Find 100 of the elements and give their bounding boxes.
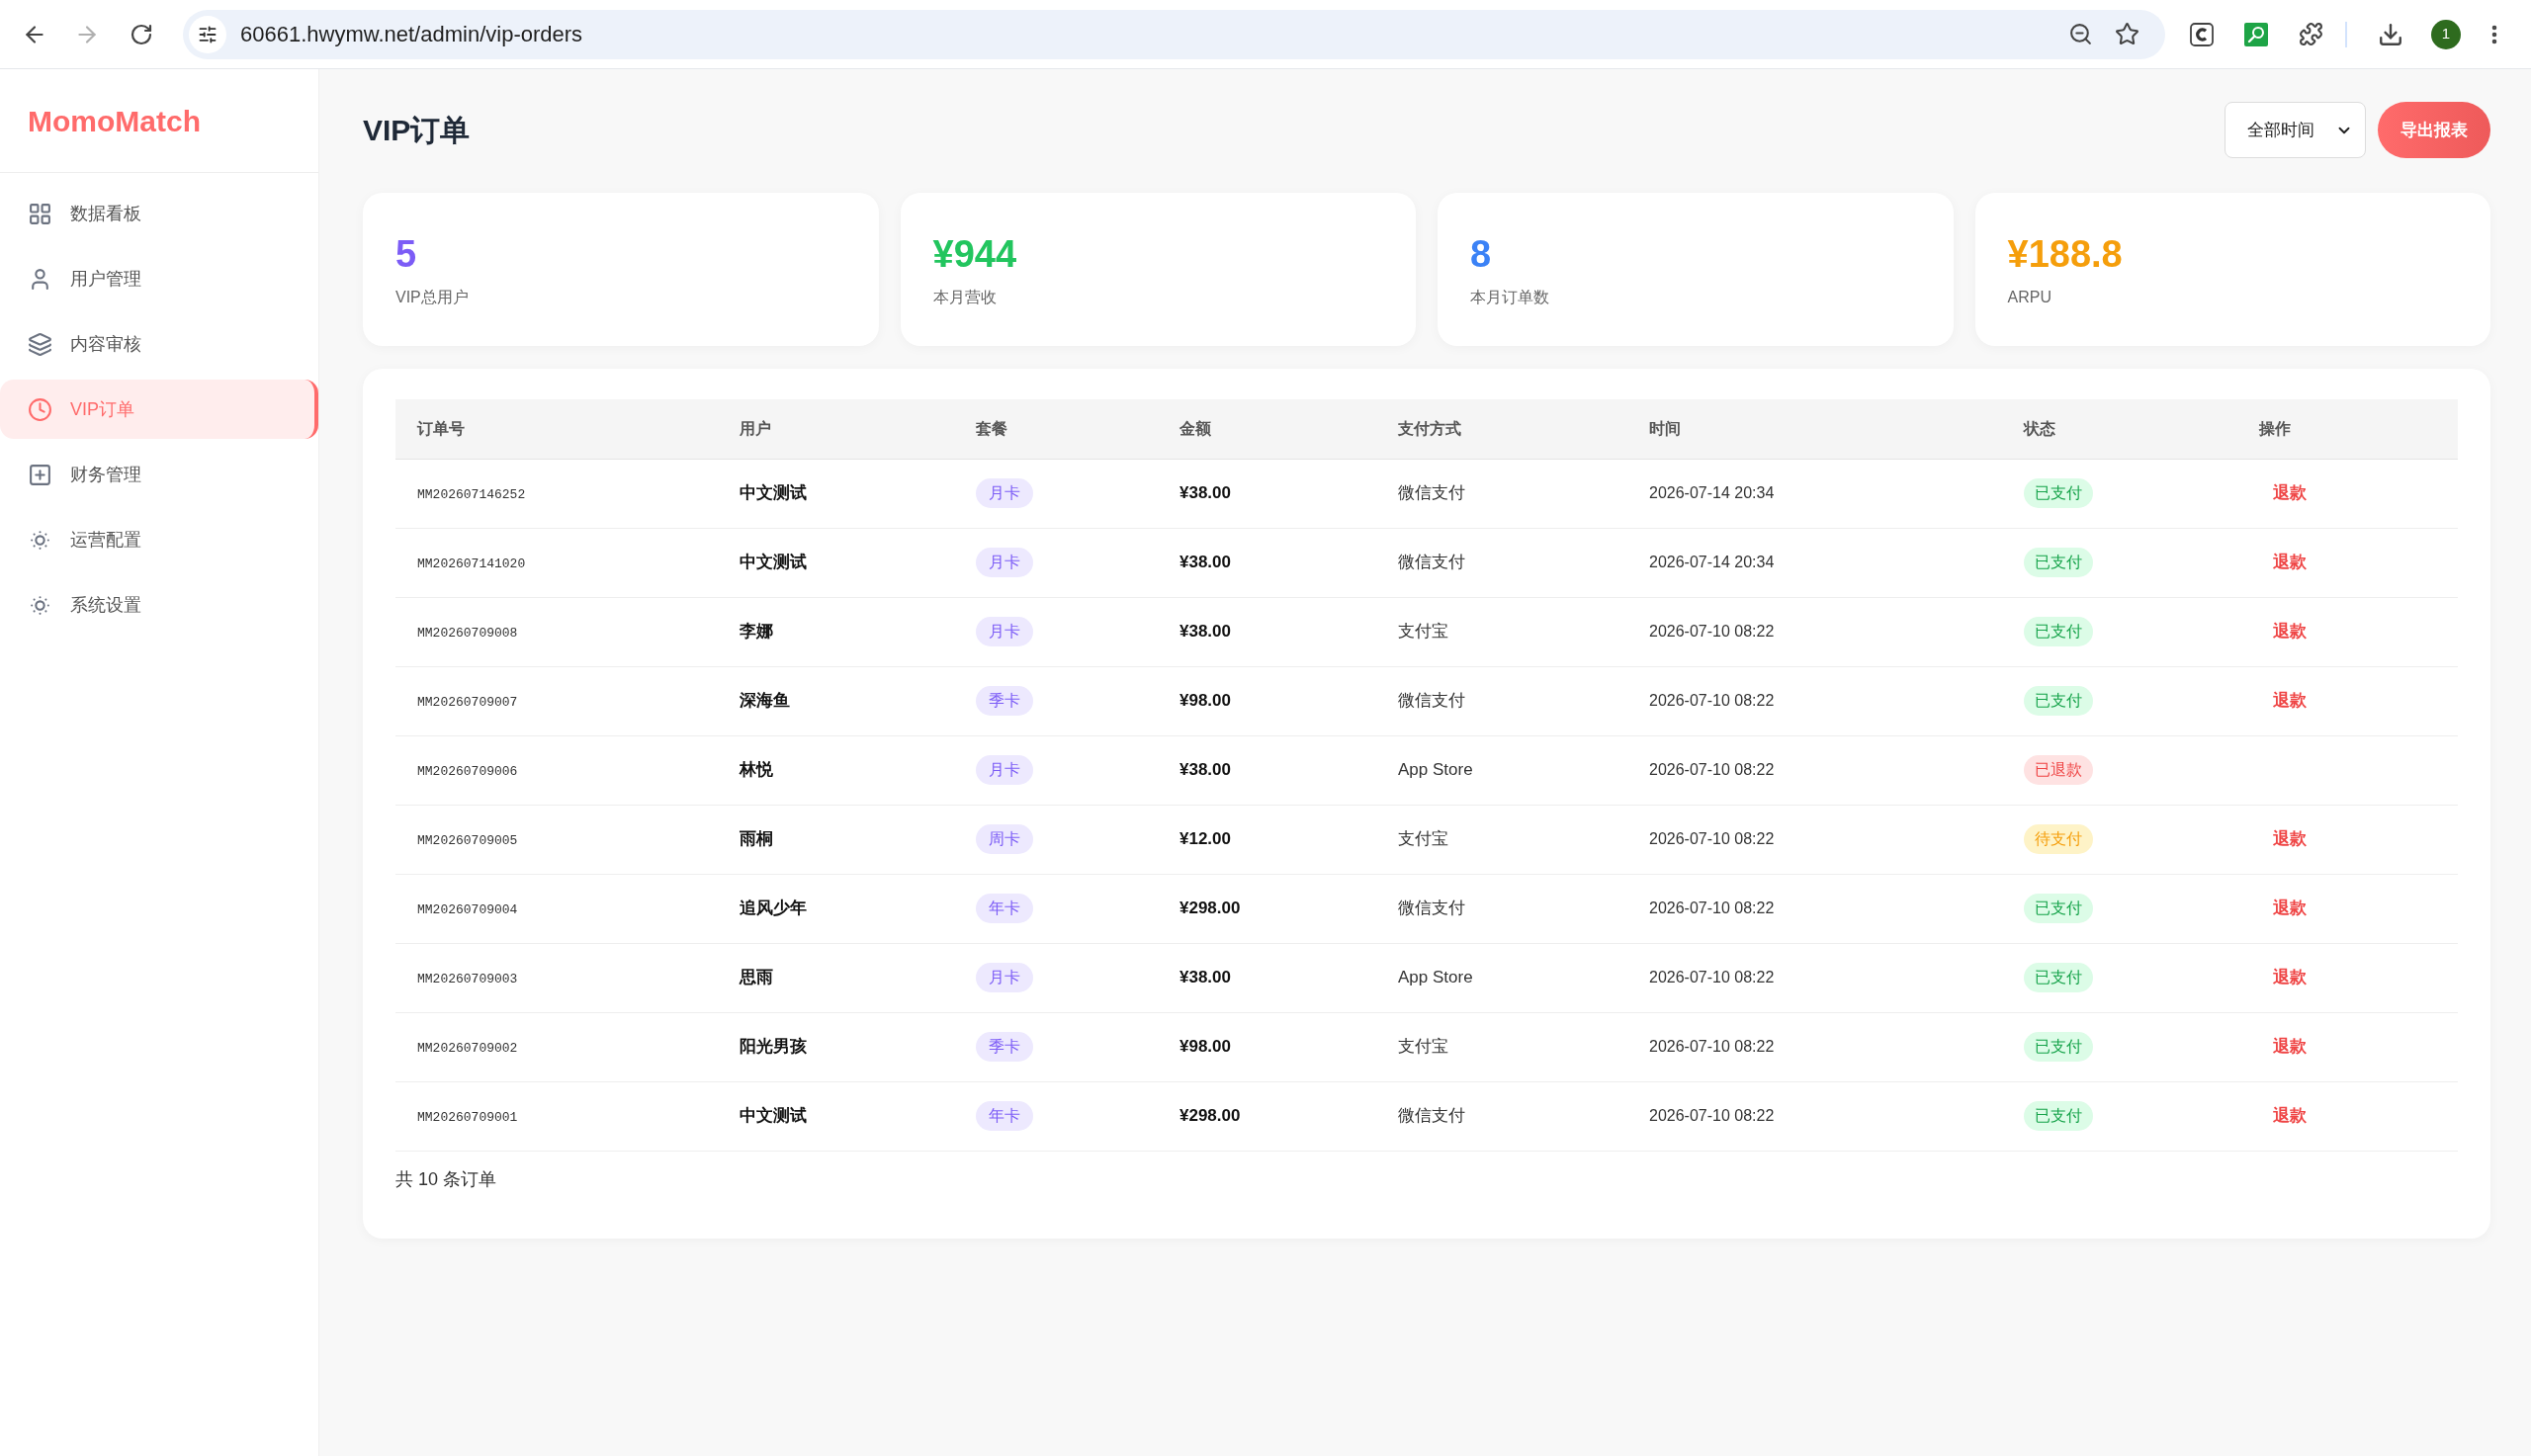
plan-badge: 月卡 <box>976 478 1033 508</box>
status-badge: 已支付 <box>2024 963 2093 992</box>
order-time: 2026-07-14 20:34 <box>1649 554 1775 570</box>
plan-badge: 月卡 <box>976 548 1033 577</box>
refund-button[interactable]: 退款 <box>2259 961 2320 994</box>
refund-button[interactable]: 退款 <box>2259 546 2320 579</box>
order-number: MM20260709008 <box>417 626 518 641</box>
app-logo: MomoMatch <box>28 103 201 139</box>
order-time: 2026-07-10 08:22 <box>1649 1107 1775 1124</box>
status-badge: 已支付 <box>2024 548 2093 577</box>
refund-button[interactable]: 退款 <box>2259 1030 2320 1064</box>
refund-button[interactable]: 退款 <box>2259 822 2320 856</box>
order-number: MM20260709006 <box>417 764 518 779</box>
sidebar-item[interactable]: 系统设置 <box>0 575 318 635</box>
plan-badge: 月卡 <box>976 755 1033 785</box>
puzzle-icon[interactable] <box>2299 22 2323 46</box>
payment-method: 微信支付 <box>1398 483 1465 503</box>
stat-label: VIP总用户 <box>395 288 469 307</box>
plan-badge: 周卡 <box>976 824 1033 854</box>
status-badge: 已支付 <box>2024 478 2093 508</box>
sidebar-item[interactable]: 数据看板 <box>0 184 318 243</box>
order-number: MM20260709005 <box>417 833 518 848</box>
column-header: 用户 <box>740 419 771 437</box>
order-number: MM20260709004 <box>417 902 518 917</box>
plan-badge: 月卡 <box>976 617 1033 646</box>
zoom-out-icon[interactable] <box>2068 22 2093 46</box>
sidebar-item[interactable]: 运营配置 <box>0 510 318 569</box>
user-name: 中文测试 <box>740 1106 807 1126</box>
order-number: MM20260709003 <box>417 972 518 986</box>
time-filter-select[interactable]: 全部时间 <box>2225 102 2366 158</box>
sidebar-item[interactable]: 财务管理 <box>0 445 318 504</box>
amount: ¥38.00 <box>1179 760 1231 780</box>
payment-method: 微信支付 <box>1398 1106 1465 1126</box>
address-bar[interactable]: 60661.hwymw.net/admin/vip-orders <box>183 9 2165 59</box>
stat-value: 5 <box>395 232 417 277</box>
refund-button[interactable]: 退款 <box>2259 615 2320 648</box>
order-time: 2026-07-10 08:22 <box>1649 1038 1775 1055</box>
letter-c-tile-icon[interactable] <box>2190 22 2214 46</box>
layers-icon <box>28 331 52 357</box>
stat-value: ¥944 <box>932 232 1017 277</box>
order-number: MM20260709007 <box>417 695 518 710</box>
column-header: 套餐 <box>976 419 1007 437</box>
column-header: 时间 <box>1649 419 1681 437</box>
plus-square-icon <box>28 462 52 487</box>
star-icon[interactable] <box>2115 22 2139 46</box>
refund-button[interactable]: 退款 <box>2259 892 2320 925</box>
refund-button[interactable]: 退款 <box>2259 684 2320 718</box>
amount: ¥12.00 <box>1179 829 1231 849</box>
user-name: 深海鱼 <box>740 691 790 711</box>
amount: ¥298.00 <box>1179 1106 1241 1126</box>
user-name: 雨桐 <box>740 829 773 849</box>
refund-button[interactable]: 退款 <box>2259 476 2320 510</box>
payment-method: 支付宝 <box>1398 1037 1448 1057</box>
order-time: 2026-07-10 08:22 <box>1649 899 1775 916</box>
profile-avatar[interactable]: 1 <box>2431 19 2461 49</box>
page-title: VIP订单 <box>363 113 471 148</box>
user-name: 林悦 <box>740 760 773 780</box>
stat-value: 8 <box>1470 232 1492 277</box>
payment-method: 微信支付 <box>1398 553 1465 572</box>
order-time: 2026-07-10 08:22 <box>1649 761 1775 778</box>
status-badge: 已支付 <box>2024 1101 2093 1131</box>
status-badge: 已退款 <box>2024 755 2093 785</box>
amount: ¥38.00 <box>1179 483 1231 503</box>
amount: ¥38.00 <box>1179 622 1231 642</box>
export-button[interactable]: 导出报表 <box>2378 102 2490 158</box>
order-number: MM20260709001 <box>417 1110 518 1125</box>
plan-badge: 季卡 <box>976 1032 1033 1062</box>
plan-badge: 年卡 <box>976 1101 1033 1131</box>
status-badge: 已支付 <box>2024 617 2093 646</box>
payment-method: 支付宝 <box>1398 622 1448 642</box>
order-number: MM20260709002 <box>417 1041 518 1056</box>
download-icon[interactable] <box>2378 21 2403 47</box>
payment-method: App Store <box>1398 968 1473 987</box>
status-badge: 已支付 <box>2024 1032 2093 1062</box>
order-time: 2026-07-10 08:22 <box>1649 623 1775 640</box>
order-number: MM202607141020 <box>417 557 526 571</box>
sidebar-item[interactable]: VIP订单 <box>0 380 318 439</box>
sidebar-item[interactable]: 内容审核 <box>0 314 318 374</box>
stat-value: ¥188.8 <box>2007 232 2123 277</box>
magnifier-tile-icon[interactable] <box>2244 22 2268 46</box>
user-name: 李娜 <box>740 622 773 642</box>
status-badge: 已支付 <box>2024 686 2093 716</box>
amount: ¥98.00 <box>1179 1037 1231 1057</box>
user-name: 阳光男孩 <box>740 1037 807 1057</box>
status-badge: 已支付 <box>2024 894 2093 923</box>
payment-method: App Store <box>1398 760 1473 780</box>
stat-label: 本月订单数 <box>1470 288 1549 307</box>
refund-button[interactable]: 退款 <box>2259 1099 2320 1133</box>
column-header: 支付方式 <box>1398 419 1461 437</box>
site-info-icon[interactable] <box>189 15 226 53</box>
plan-badge: 季卡 <box>976 686 1033 716</box>
payment-method: 微信支付 <box>1398 899 1465 918</box>
user-name: 中文测试 <box>740 553 807 572</box>
plan-badge: 月卡 <box>976 963 1033 992</box>
sidebar-item[interactable]: 用户管理 <box>0 249 318 308</box>
user-name: 追风少年 <box>740 899 807 918</box>
order-time: 2026-07-10 08:22 <box>1649 830 1775 847</box>
stat-label: ARPU <box>2007 288 2051 307</box>
user-name: 思雨 <box>740 968 773 987</box>
order-number: MM202607146252 <box>417 487 526 502</box>
